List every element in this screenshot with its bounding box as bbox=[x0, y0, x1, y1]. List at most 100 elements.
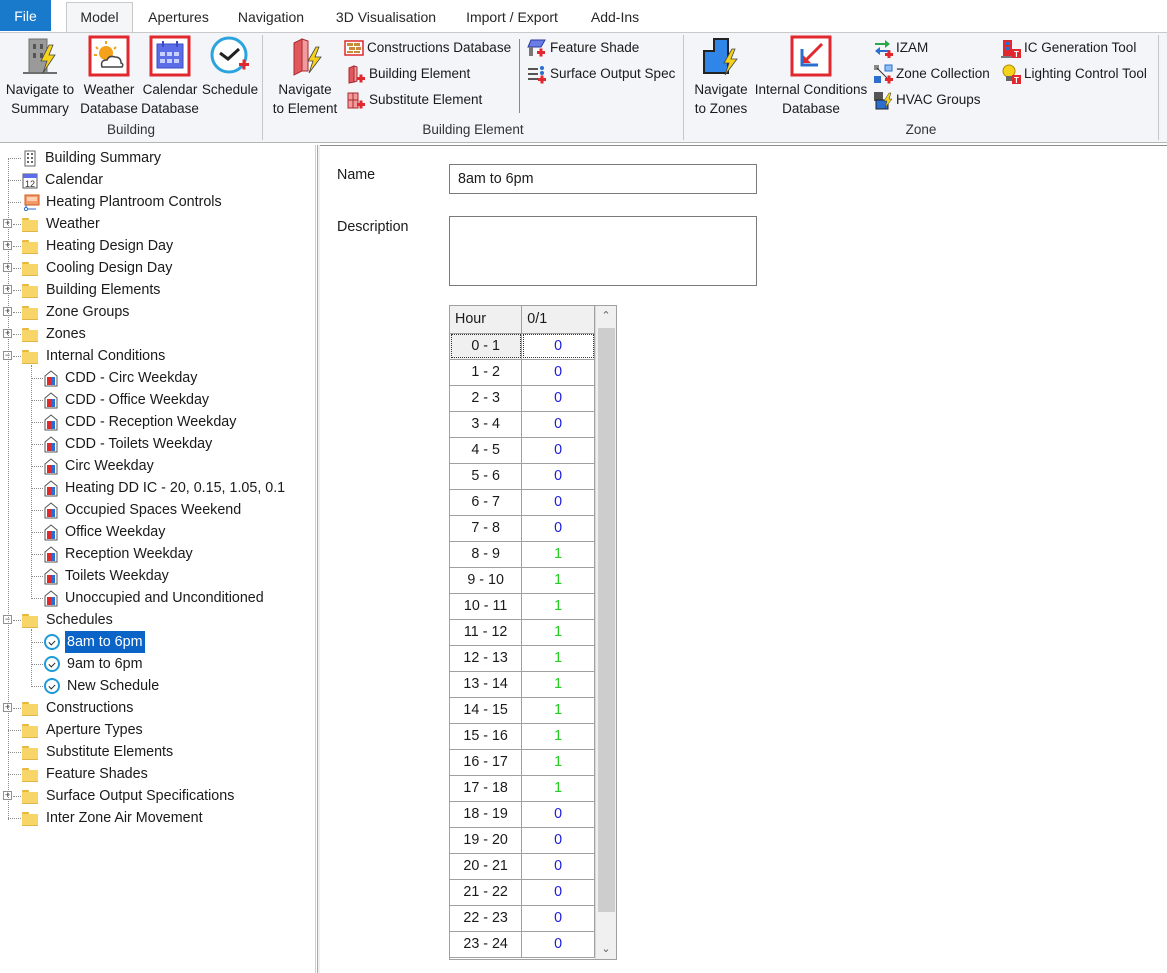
grid-row[interactable]: 19 - 20 0 bbox=[450, 827, 595, 854]
tree-item[interactable]: Surface Output Specifications bbox=[22, 785, 236, 807]
tree-item[interactable]: CDD - Toilets Weekday bbox=[44, 433, 214, 455]
grid-row[interactable]: 11 - 12 1 bbox=[450, 619, 595, 646]
tree-item[interactable]: CDD - Office Weekday bbox=[44, 389, 211, 411]
value-cell[interactable]: 0 bbox=[521, 411, 595, 438]
value-cell[interactable]: 1 bbox=[521, 567, 595, 594]
grid-row[interactable]: 22 - 23 0 bbox=[450, 905, 595, 932]
scroll-up-arrow-icon[interactable]: ⌃ bbox=[596, 306, 616, 326]
grid-row[interactable]: 6 - 70 bbox=[450, 489, 595, 516]
grid-row[interactable]: 14 - 15 1 bbox=[450, 697, 595, 724]
grid-row[interactable]: 20 - 21 0 bbox=[450, 853, 595, 880]
grid-row[interactable]: 7 - 80 bbox=[450, 515, 595, 542]
model-tree[interactable]: Building Summary 12 Calendar Heating Plantr… bbox=[0, 145, 316, 973]
value-cell[interactable]: 0 bbox=[521, 801, 595, 828]
tree-item[interactable]: Toilets Weekday bbox=[44, 565, 171, 587]
tab-model[interactable]: Model bbox=[66, 2, 133, 33]
grid-vertical-scrollbar[interactable]: ⌃ ⌄ bbox=[595, 306, 616, 959]
tree-item[interactable]: CDD - Circ Weekday bbox=[44, 367, 199, 389]
tree-item[interactable]: 12 Calendar bbox=[22, 169, 105, 191]
tree-item[interactable]: Office Weekday bbox=[44, 521, 167, 543]
name-input[interactable] bbox=[449, 164, 757, 194]
value-cell[interactable]: 0 bbox=[521, 827, 595, 854]
weather-database-button[interactable]: Weather Database bbox=[80, 35, 138, 118]
scrollbar-thumb[interactable] bbox=[598, 328, 615, 912]
value-cell[interactable]: 1 bbox=[521, 645, 595, 672]
grid-row[interactable]: 0 - 10 bbox=[450, 333, 595, 360]
grid-row[interactable]: 2 - 30 bbox=[450, 385, 595, 412]
navigate-to-element-button[interactable]: Navigate to Element bbox=[269, 35, 341, 118]
tree-item[interactable]: 9am to 6pm bbox=[44, 653, 145, 675]
tree-item[interactable]: Heating Plantroom Controls bbox=[22, 191, 224, 213]
grid-row[interactable]: 8 - 91 bbox=[450, 541, 595, 568]
internal-conditions-database-button[interactable]: Internal Conditions Database bbox=[752, 35, 870, 118]
tree-item[interactable]: Internal Conditions bbox=[22, 345, 167, 367]
value-cell[interactable]: 1 bbox=[521, 775, 595, 802]
tab-3d-visualisation[interactable]: 3D Visualisation bbox=[326, 3, 446, 33]
surface-output-spec-button[interactable]: Surface Output Spec bbox=[527, 63, 675, 85]
value-cell[interactable]: 0 bbox=[521, 359, 595, 386]
tree-item[interactable]: Inter Zone Air Movement bbox=[22, 807, 205, 829]
tree-item[interactable]: Building Elements bbox=[22, 279, 162, 301]
value-cell[interactable]: 0 bbox=[521, 333, 595, 360]
value-cell[interactable]: 1 bbox=[521, 541, 595, 568]
substitute-element-button[interactable]: Substitute Element bbox=[346, 89, 482, 111]
tree-item[interactable]: Unoccupied and Unconditioned bbox=[44, 587, 266, 609]
calendar-database-button[interactable]: Calendar Database bbox=[140, 35, 200, 118]
tree-item[interactable]: 8am to 6pm bbox=[44, 631, 145, 653]
value-cell[interactable]: 0 bbox=[521, 385, 595, 412]
scroll-down-arrow-icon[interactable]: ⌄ bbox=[596, 939, 616, 959]
grid-row[interactable]: 9 - 10 1 bbox=[450, 567, 595, 594]
tree-item[interactable]: Constructions bbox=[22, 697, 135, 719]
constructions-database-button[interactable]: Constructions Database bbox=[344, 37, 511, 59]
value-cell[interactable]: 1 bbox=[521, 749, 595, 776]
tree-item[interactable]: Substitute Elements bbox=[22, 741, 175, 763]
zone-collection-button[interactable]: Zone Collection bbox=[873, 63, 990, 85]
navigate-to-summary-button[interactable]: Navigate to Summary bbox=[4, 35, 76, 118]
tree-item[interactable]: CDD - Reception Weekday bbox=[44, 411, 238, 433]
grid-row[interactable]: 1 - 20 bbox=[450, 359, 595, 386]
value-cell[interactable]: 0 bbox=[521, 853, 595, 880]
ic-generation-tool-button[interactable]: T IC Generation Tool bbox=[1001, 37, 1136, 59]
grid-row[interactable]: 13 - 14 1 bbox=[450, 671, 595, 698]
grid-row[interactable]: 5 - 60 bbox=[450, 463, 595, 490]
value-cell[interactable]: 0 bbox=[521, 879, 595, 906]
description-input[interactable] bbox=[449, 216, 757, 286]
lighting-control-tool-button[interactable]: T Lighting Control Tool bbox=[1001, 63, 1147, 85]
grid-row[interactable]: 23 - 24 0 bbox=[450, 931, 595, 958]
building-element-button[interactable]: Building Element bbox=[346, 63, 470, 85]
column-header-value[interactable]: 0/1 bbox=[521, 306, 595, 334]
value-cell[interactable]: 1 bbox=[521, 593, 595, 620]
schedule-button[interactable]: Schedule bbox=[201, 35, 259, 99]
izam-button[interactable]: IZAM bbox=[873, 37, 928, 59]
value-cell[interactable]: 0 bbox=[521, 463, 595, 490]
grid-row[interactable]: 16 - 17 1 bbox=[450, 749, 595, 776]
value-cell[interactable]: 0 bbox=[521, 437, 595, 464]
tree-item[interactable]: Occupied Spaces Weekend bbox=[44, 499, 243, 521]
grid-row[interactable]: 12 - 13 1 bbox=[450, 645, 595, 672]
tab-import-export[interactable]: Import / Export bbox=[456, 3, 568, 33]
navigate-to-zones-button[interactable]: Navigate to Zones bbox=[690, 35, 752, 118]
tree-item[interactable]: Zone Groups bbox=[22, 301, 131, 323]
tab-add-ins[interactable]: Add-Ins bbox=[580, 3, 650, 33]
feature-shade-button[interactable]: Feature Shade bbox=[527, 37, 639, 59]
tree-item[interactable]: Heating DD IC - 20, 0.15, 1.05, 0.1 bbox=[44, 477, 287, 499]
tree-item[interactable]: Zones bbox=[22, 323, 88, 345]
tree-item[interactable]: Reception Weekday bbox=[44, 543, 195, 565]
grid-row[interactable]: 10 - 11 1 bbox=[450, 593, 595, 620]
tab-file[interactable]: File bbox=[0, 0, 51, 31]
value-cell[interactable]: 0 bbox=[521, 931, 595, 958]
grid-row[interactable]: 4 - 50 bbox=[450, 437, 595, 464]
tree-item[interactable]: Weather bbox=[22, 213, 102, 235]
tree-item[interactable]: Schedules bbox=[22, 609, 115, 631]
grid-row[interactable]: 17 - 18 1 bbox=[450, 775, 595, 802]
grid-row[interactable]: 18 - 19 0 bbox=[450, 801, 595, 828]
tab-navigation[interactable]: Navigation bbox=[228, 3, 314, 33]
grid-row[interactable]: 15 - 16 1 bbox=[450, 723, 595, 750]
value-cell[interactable]: 0 bbox=[521, 515, 595, 542]
tree-item[interactable]: New Schedule bbox=[44, 675, 161, 697]
grid-row[interactable]: 21 - 22 0 bbox=[450, 879, 595, 906]
column-header-hour[interactable]: Hour bbox=[450, 306, 523, 334]
value-cell[interactable]: 0 bbox=[521, 905, 595, 932]
value-cell[interactable]: 1 bbox=[521, 723, 595, 750]
tree-item[interactable]: Aperture Types bbox=[22, 719, 145, 741]
